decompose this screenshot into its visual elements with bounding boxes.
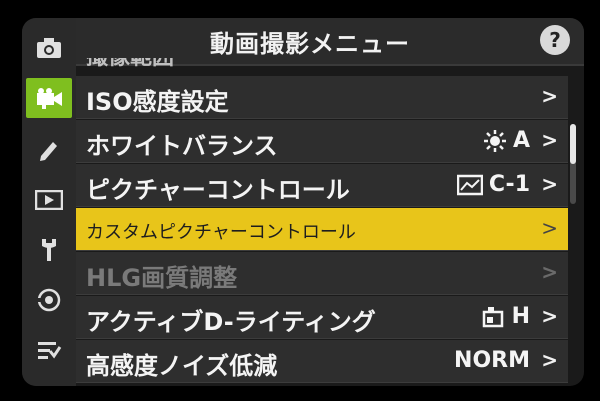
- menu-item-active-d-lighting[interactable]: アクティブD-ライティング H >: [76, 296, 568, 339]
- white-balance-value: A: [512, 128, 530, 153]
- menu-item-hlg-quality[interactable]: HLG画質調整 >: [76, 252, 568, 295]
- chevron-right-icon: >: [541, 216, 558, 240]
- cut-off-label: 撮像範囲: [86, 58, 174, 70]
- tab-custom-settings[interactable]: [26, 130, 72, 170]
- chevron-right-icon: >: [541, 84, 558, 108]
- chevron-right-icon: >: [541, 304, 558, 328]
- my-menu-icon: [38, 342, 62, 359]
- d-lighting-icon: [482, 306, 503, 327]
- menu-item-label: カスタムピクチャーコントロール: [86, 222, 356, 243]
- menu-item-value: H: [482, 304, 530, 329]
- scrollbar[interactable]: [570, 124, 576, 204]
- cut-off-menu-item: 撮像範囲: [86, 58, 216, 70]
- picture-control-icon: [456, 174, 483, 195]
- menu-item-value: A: [483, 128, 530, 153]
- menu-item-label: ピクチャーコントロール: [86, 176, 350, 204]
- wrench-icon: [42, 239, 56, 261]
- tab-my-menu[interactable]: [26, 330, 72, 370]
- tab-photo-shooting[interactable]: [26, 28, 72, 68]
- picture-control-value: C-1: [488, 172, 530, 197]
- menu-item-label: HLG画質調整: [86, 264, 238, 292]
- menu-item-label: 高感度ノイズ低減: [86, 352, 278, 380]
- tab-movie-shooting[interactable]: [26, 78, 72, 118]
- menu-item-label: アクティブD-ライティング: [86, 308, 376, 336]
- menu-item-label: ホワイトバランス: [86, 132, 278, 160]
- movie-camera-icon: [37, 88, 62, 109]
- page-title: 動画撮影メニュー: [210, 30, 410, 58]
- tab-playback[interactable]: [26, 180, 72, 220]
- playback-icon: [35, 190, 63, 210]
- menu-item-white-balance[interactable]: ホワイトバランス A >: [76, 120, 568, 163]
- menu-list: ISO感度設定 > ホワイトバランス A > ピクチャーコントロール C-1 >…: [76, 76, 568, 384]
- chevron-right-icon: >: [541, 260, 558, 284]
- chevron-right-icon: >: [541, 128, 558, 152]
- chevron-right-icon: >: [541, 348, 558, 372]
- tab-setup[interactable]: [26, 230, 72, 270]
- chevron-right-icon: >: [541, 172, 558, 196]
- help-button[interactable]: ?: [540, 25, 570, 55]
- network-icon: [37, 288, 61, 312]
- noise-reduction-value: NORM: [454, 348, 530, 373]
- tab-network[interactable]: [26, 280, 72, 320]
- sun-icon: [483, 129, 506, 152]
- menu-item-high-iso-nr[interactable]: 高感度ノイズ低減 NORM >: [76, 340, 568, 383]
- menu-item-value: C-1: [456, 172, 530, 197]
- camera-menu-screen: 動画撮影メニュー ? 撮像範囲 ISO感度設定 > ホワイトバランス: [22, 18, 584, 386]
- scrollbar-thumb[interactable]: [570, 124, 576, 164]
- menu-item-value: NORM: [454, 348, 530, 373]
- menu-tab-sidebar: [22, 18, 76, 386]
- menu-item-picture-control[interactable]: ピクチャーコントロール C-1 >: [76, 164, 568, 207]
- pencil-icon: [40, 142, 57, 161]
- d-lighting-value: H: [511, 304, 530, 329]
- menu-item-iso-sensitivity[interactable]: ISO感度設定 >: [76, 76, 568, 119]
- menu-item-label: ISO感度設定: [86, 88, 229, 116]
- camera-icon: [37, 38, 61, 58]
- menu-item-custom-picture-control[interactable]: カスタムピクチャーコントロール >: [76, 208, 568, 251]
